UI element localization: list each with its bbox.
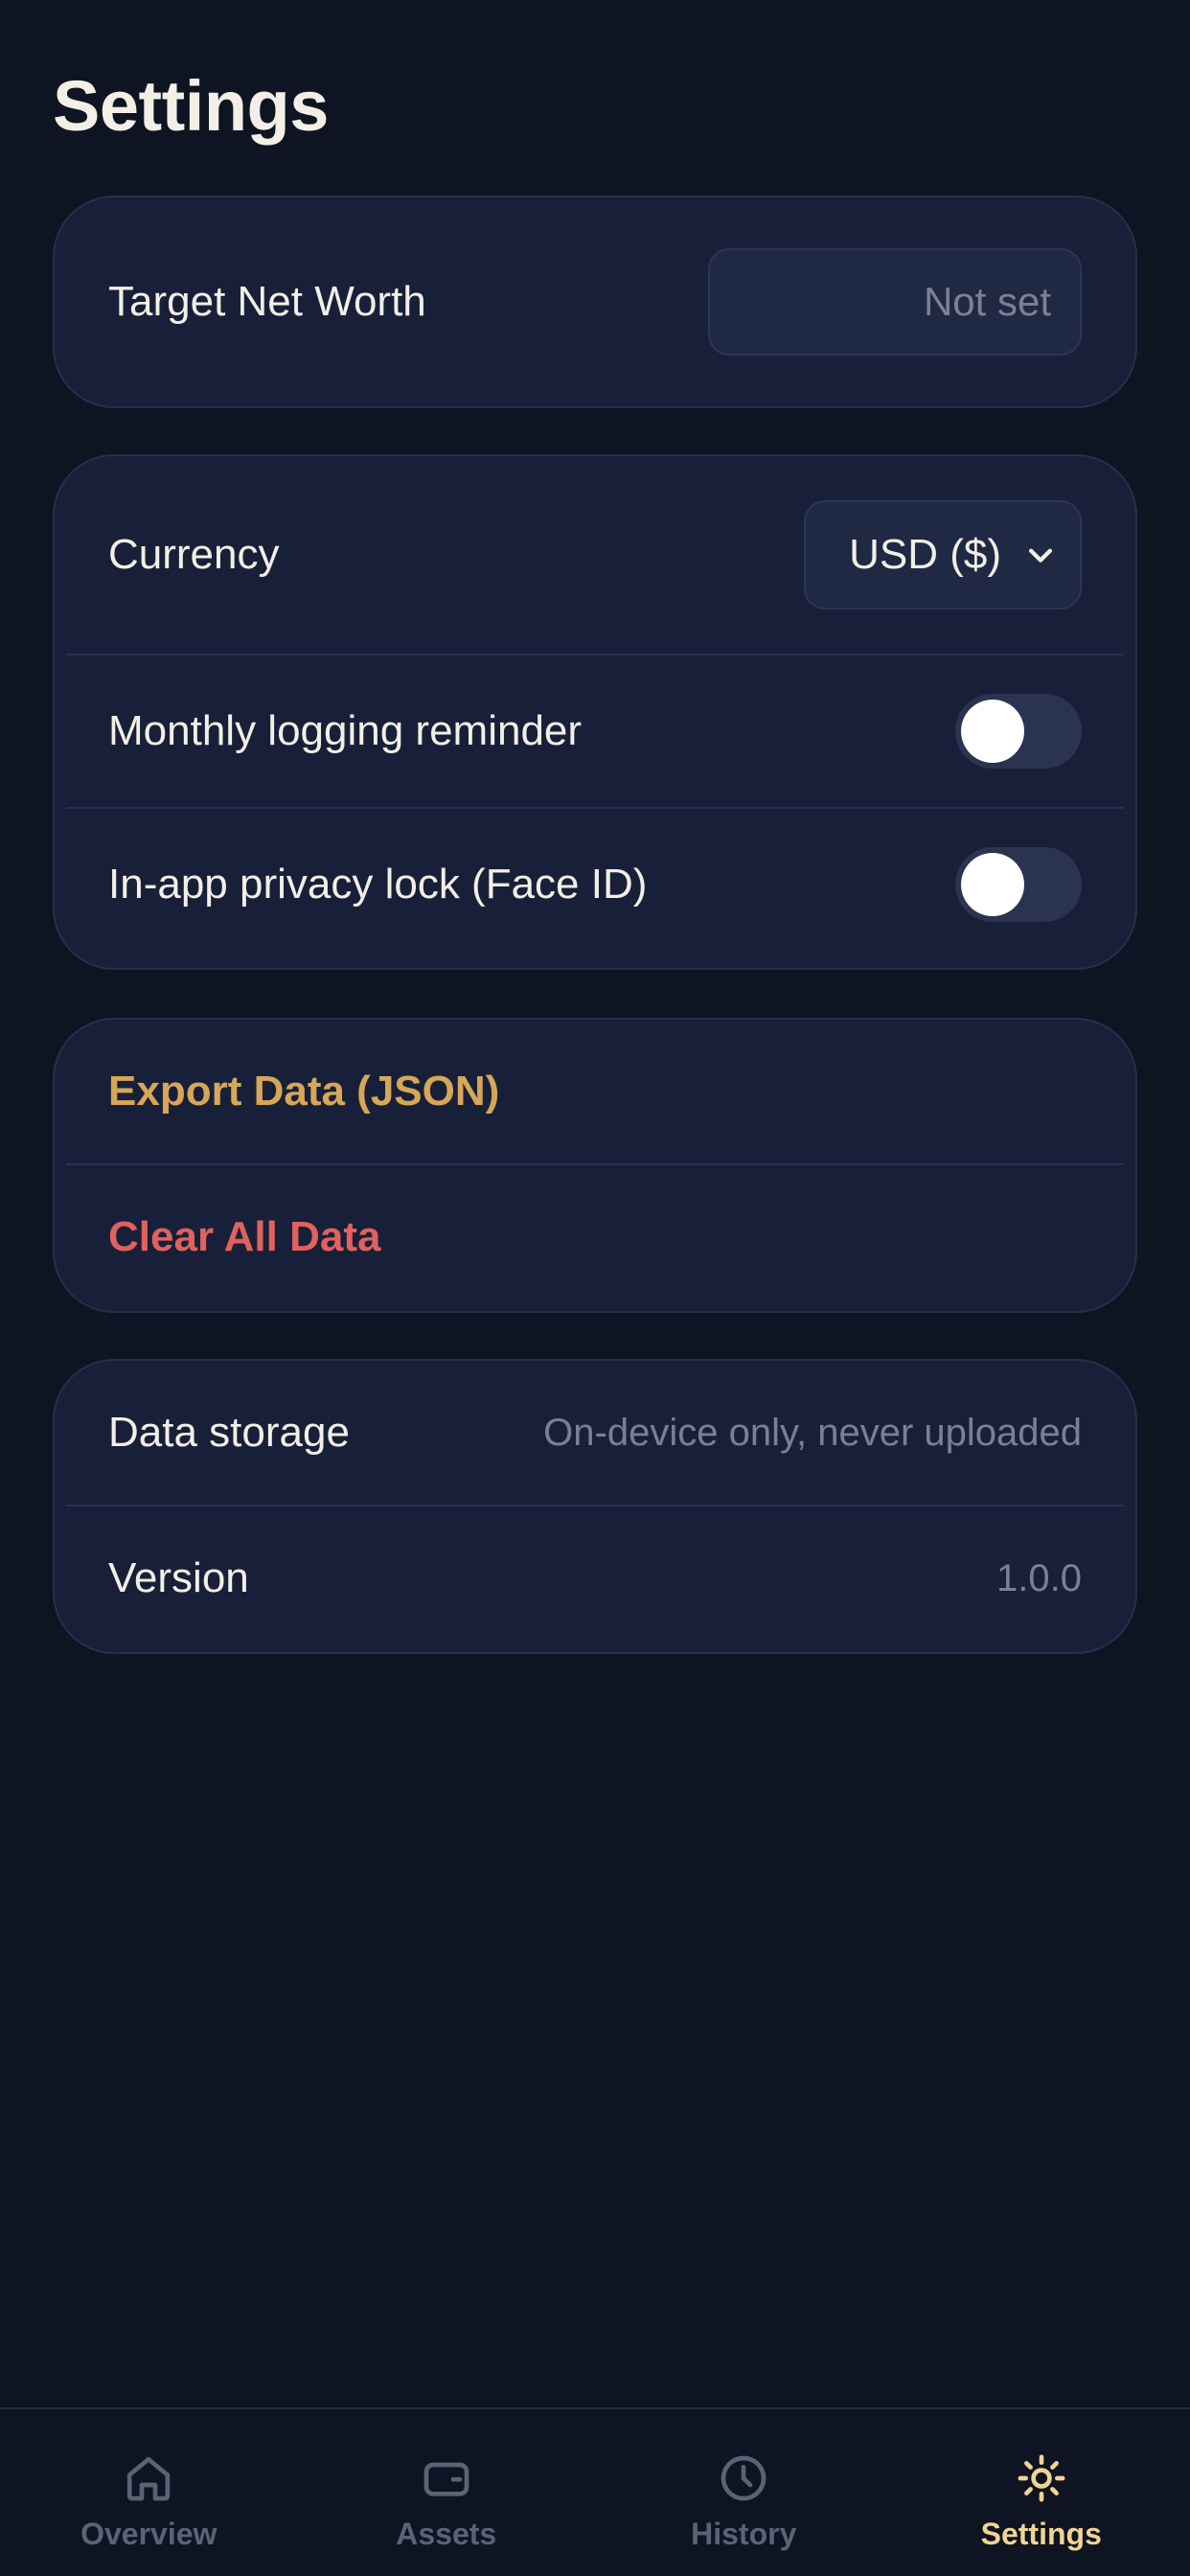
tab-settings-label: Settings [980, 2517, 1102, 2551]
toggle-knob [961, 853, 1024, 916]
currency-label: Currency [108, 531, 280, 578]
data-storage-label: Data storage [108, 1409, 350, 1456]
tab-history-label: History [691, 2517, 797, 2551]
clear-all-data-button[interactable]: Clear All Data [55, 1165, 1135, 1309]
tab-bar: Overview Assets History Settings [0, 2407, 1190, 2576]
page-title: Settings [53, 66, 329, 146]
version-row: Version 1.0.0 [55, 1506, 1135, 1650]
reminder-label: Monthly logging reminder [108, 707, 583, 754]
home-icon [127, 2456, 171, 2501]
toggle-knob [961, 700, 1024, 763]
wallet-icon [423, 2462, 469, 2496]
tab-assets[interactable]: Assets [298, 2409, 596, 2576]
settings-screen: Settings Target Net Worth Currency USD (… [0, 0, 1190, 2576]
data-storage-row: Data storage On-device only, never uploa… [55, 1361, 1135, 1505]
tab-assets-label: Assets [396, 2517, 497, 2551]
chevron-down-icon [1028, 548, 1053, 563]
currency-row: Currency USD ($) [55, 456, 1135, 654]
privacy-lock-row: In-app privacy lock (Face ID) [55, 809, 1135, 960]
data-storage-value: On-device only, never uploaded [543, 1411, 1082, 1454]
tab-settings[interactable]: Settings [893, 2409, 1190, 2576]
version-value: 1.0.0 [996, 1556, 1082, 1599]
privacy-lock-label: In-app privacy lock (Face ID) [108, 861, 648, 908]
preferences-card: Currency USD ($) Monthly logging reminde… [53, 454, 1137, 970]
target-net-worth-input[interactable] [708, 248, 1082, 356]
tab-overview-label: Overview [80, 2517, 217, 2551]
target-row: Target Net Worth [55, 197, 1135, 406]
info-card: Data storage On-device only, never uploa… [53, 1359, 1137, 1654]
currency-value: USD ($) [849, 531, 1001, 578]
currency-select[interactable]: USD ($) [804, 500, 1082, 610]
data-actions-card: Export Data (JSON) Clear All Data [53, 1018, 1137, 1313]
clear-all-data-label: Clear All Data [108, 1213, 381, 1260]
privacy-lock-toggle[interactable] [955, 847, 1082, 922]
export-data-button[interactable]: Export Data (JSON) [55, 1020, 1135, 1163]
tab-overview[interactable]: Overview [0, 2409, 298, 2576]
version-label: Version [108, 1554, 249, 1601]
clock-icon [721, 2455, 767, 2501]
reminder-toggle[interactable] [955, 694, 1082, 769]
target-label: Target Net Worth [108, 278, 426, 325]
tab-history[interactable]: History [595, 2409, 893, 2576]
reminder-row: Monthly logging reminder [55, 656, 1135, 807]
sun-gear-icon [1018, 2454, 1065, 2502]
export-data-label: Export Data (JSON) [108, 1068, 500, 1115]
target-card: Target Net Worth [53, 196, 1137, 408]
